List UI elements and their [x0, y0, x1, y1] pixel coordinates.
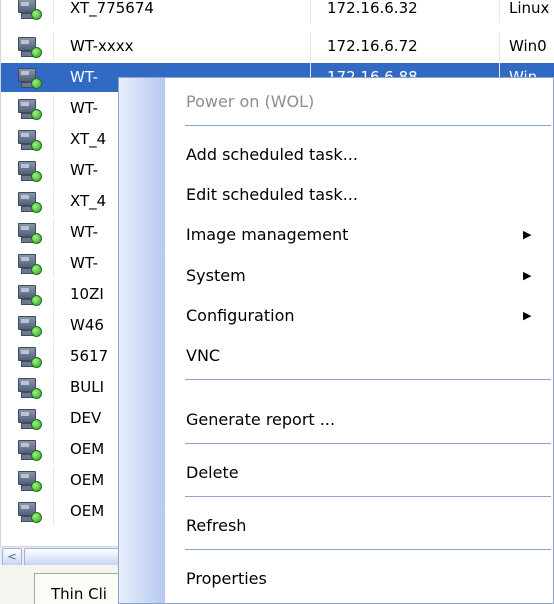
menu-item-label: Image management: [186, 225, 349, 244]
computer-icon: [18, 254, 42, 275]
menu-item-label: Properties: [186, 569, 267, 588]
menu-item-vnc[interactable]: VNC: [165, 336, 553, 376]
device-ip: 172.16.6.32: [327, 0, 500, 23]
row-icon-cell: [1, 311, 54, 340]
device-ip: 172.16.6.72: [327, 32, 500, 61]
menu-item-properties[interactable]: Properties: [165, 559, 553, 599]
row-icon-cell: [1, 218, 54, 247]
menu-item-label: Edit scheduled task...: [186, 185, 358, 204]
row-icon-cell: [1, 342, 54, 371]
menu-item-delete[interactable]: Delete: [165, 453, 553, 493]
menu-item-label: Power on (WOL): [186, 92, 315, 111]
computer-icon: [18, 440, 42, 461]
context-menu: Power on (WOL) Add scheduled task... Edi…: [118, 77, 554, 604]
computer-icon: [18, 409, 42, 430]
computer-icon: [18, 378, 42, 399]
row-icon-cell: [1, 156, 54, 185]
menu-item-configuration[interactable]: Configuration ▶: [165, 296, 553, 336]
tab-thin-clients[interactable]: Thin Cli: [34, 573, 124, 604]
row-icon-cell: [1, 125, 54, 154]
menu-separator: [185, 549, 551, 550]
device-name: XT_775674: [70, 0, 311, 23]
computer-icon: [18, 223, 42, 244]
submenu-arrow-icon: ▶: [523, 309, 532, 322]
menu-item-label: Delete: [186, 463, 239, 482]
scroll-left-button[interactable]: <: [2, 548, 22, 566]
menu-item-generate-report[interactable]: Generate report ...: [165, 400, 553, 440]
menu-item-label: System: [186, 266, 246, 285]
row-icon-cell: [1, 404, 54, 433]
device-os: Win0: [509, 37, 547, 55]
submenu-arrow-icon: ▶: [523, 269, 532, 282]
device-row[interactable]: XT_775674 172.16.6.32 Linux: [1, 0, 554, 23]
computer-icon: [18, 161, 42, 182]
menu-item-label: Generate report ...: [186, 410, 336, 429]
row-icon-cell: [1, 466, 54, 495]
menu-item-edit-scheduled-task[interactable]: Edit scheduled task...: [165, 175, 553, 215]
scrollbar-thumb[interactable]: [24, 548, 122, 566]
computer-icon: [18, 192, 42, 213]
computer-icon: [18, 502, 42, 523]
row-icon-cell: [1, 280, 54, 309]
menu-icon-gutter: [119, 78, 165, 603]
menu-separator: [185, 496, 551, 497]
computer-icon: [18, 0, 42, 20]
row-icon-cell: [1, 497, 54, 526]
device-os: Linux: [509, 0, 550, 17]
menu-separator: [185, 379, 551, 380]
computer-icon: [18, 471, 42, 492]
row-icon-cell: [1, 63, 54, 92]
menu-item-label: VNC: [186, 346, 221, 365]
device-name: WT-xxxx: [70, 32, 311, 61]
menu-item-refresh[interactable]: Refresh: [165, 506, 553, 546]
menu-item-image-management[interactable]: Image management ▶: [165, 215, 553, 255]
menu-separator: [185, 125, 551, 126]
computer-icon: [18, 37, 42, 58]
submenu-arrow-icon: ▶: [523, 228, 532, 241]
row-icon-cell: [1, 373, 54, 402]
computer-icon: [18, 316, 42, 337]
row-icon-cell: [1, 187, 54, 216]
menu-item-label: Configuration: [186, 306, 295, 325]
menu-item-label: Refresh: [186, 516, 247, 535]
menu-item-add-scheduled-task[interactable]: Add scheduled task...: [165, 135, 553, 175]
row-icon-cell: [1, 0, 54, 23]
computer-icon: [18, 347, 42, 368]
device-row[interactable]: WT-xxxx 172.16.6.72 Win0: [1, 32, 554, 61]
menu-item-label: Add scheduled task...: [186, 145, 358, 164]
row-icon-cell: [1, 94, 54, 123]
computer-icon: [18, 285, 42, 306]
computer-icon: [18, 99, 42, 120]
row-icon-cell: [1, 32, 54, 61]
computer-icon: [18, 68, 42, 89]
menu-separator: [185, 443, 551, 444]
row-icon-cell: [1, 249, 54, 278]
computer-icon: [18, 130, 42, 151]
menu-item-system[interactable]: System ▶: [165, 256, 553, 296]
menu-item-power-on-wol[interactable]: Power on (WOL): [165, 82, 553, 122]
row-icon-cell: [1, 435, 54, 464]
